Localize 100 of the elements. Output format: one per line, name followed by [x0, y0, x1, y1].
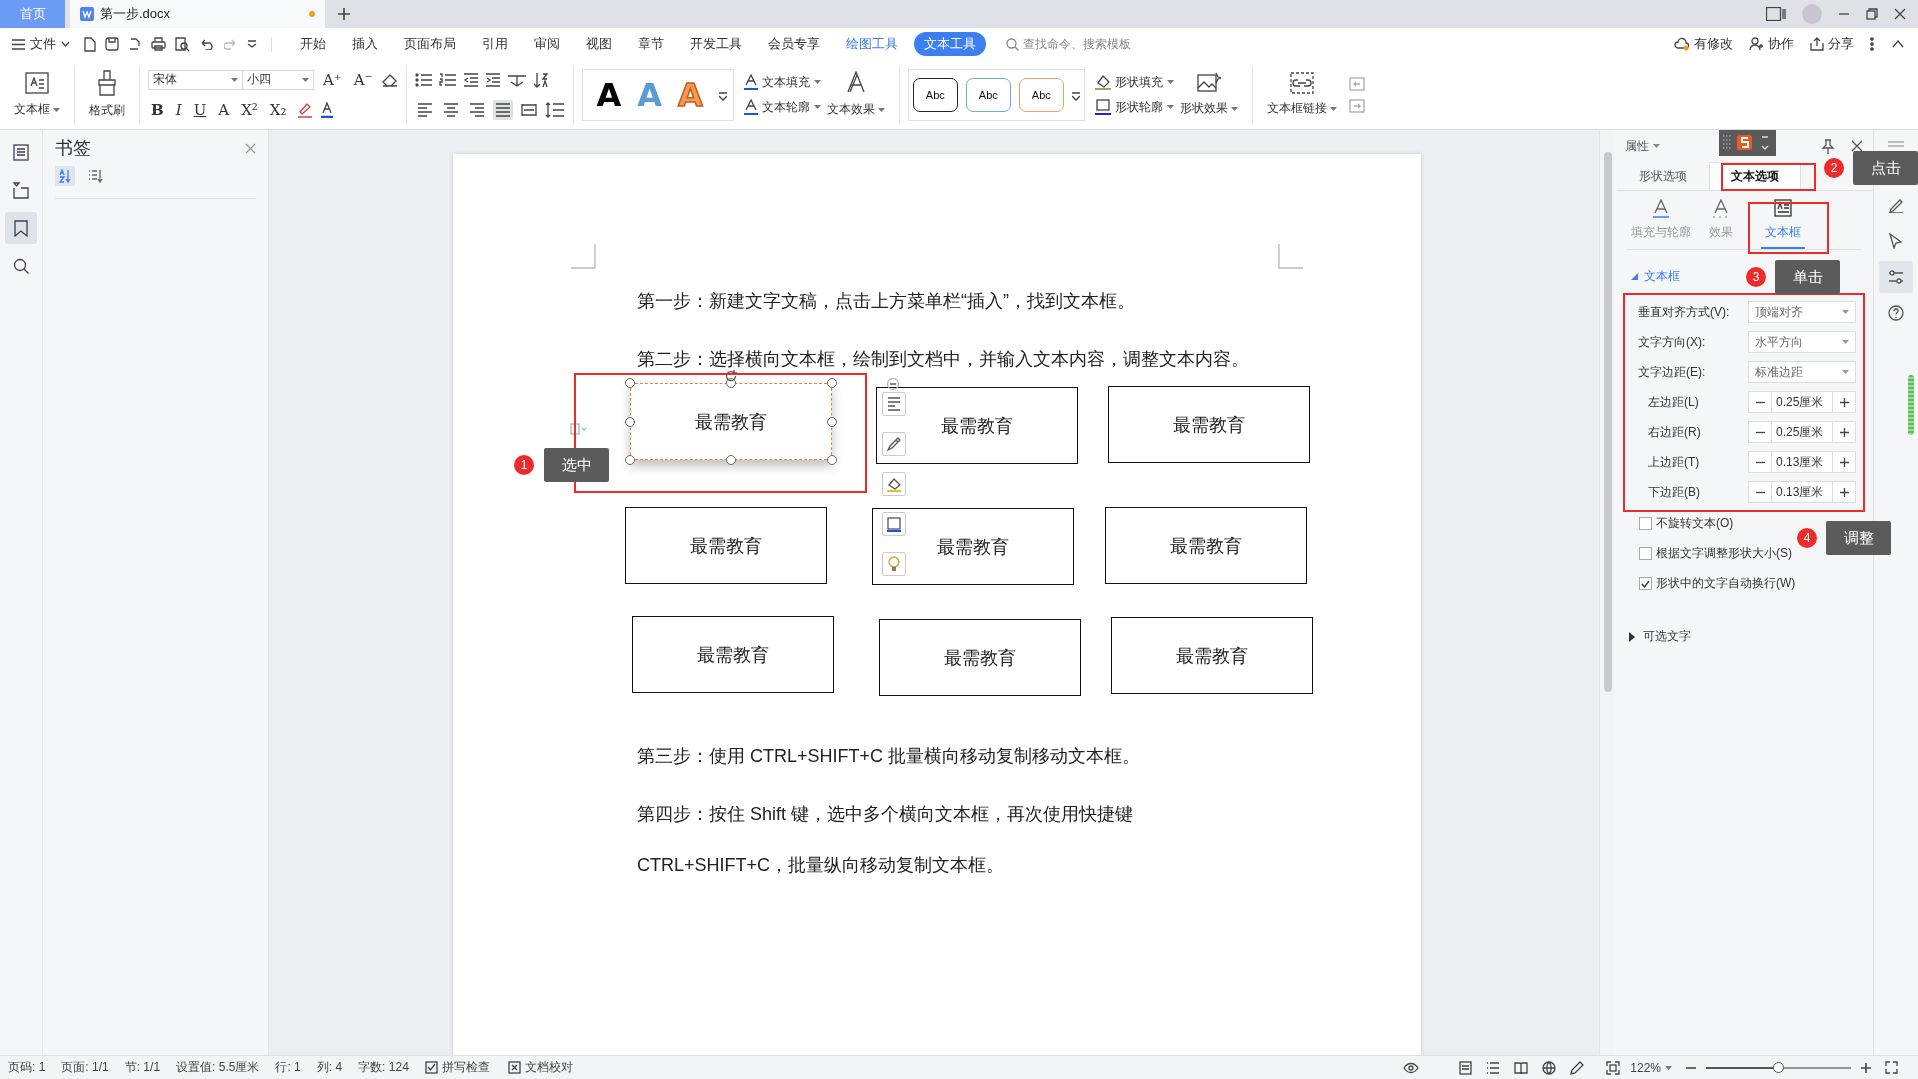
line-spacing-icon[interactable] — [544, 101, 565, 118]
menu-tab[interactable]: 开发工具 — [680, 32, 752, 56]
eraser-icon[interactable] — [381, 72, 398, 87]
menu-tab[interactable]: 插入 — [342, 32, 388, 56]
sidebar-button[interactable] — [5, 212, 37, 244]
shape-style-option[interactable]: Abc — [912, 77, 958, 112]
section-header[interactable]: 可选文字 — [1629, 628, 1691, 645]
section-header[interactable]: 文本框 — [1631, 268, 1680, 285]
numbered-list-icon[interactable] — [438, 72, 457, 87]
resize-handle[interactable] — [726, 378, 736, 388]
toolbar-button[interactable]: 分享 — [1810, 35, 1854, 53]
text-box[interactable]: 最需教育 — [1108, 386, 1310, 463]
format-button[interactable]: B — [148, 100, 167, 119]
text-box[interactable]: 最需教育 — [876, 387, 1078, 464]
spin-field[interactable]: 0.25厘米 — [1748, 391, 1856, 413]
collapse-ribbon-icon[interactable] — [1892, 40, 1904, 48]
font-size-dropdown[interactable]: 小四 — [242, 69, 314, 90]
search-field[interactable]: 查找命令、搜索模板 — [1006, 35, 1166, 53]
toolbar-button[interactable]: 有修改 — [1674, 35, 1733, 53]
decrease-indent-icon[interactable] — [462, 72, 479, 87]
text-box[interactable]: 最需教育 — [879, 619, 1081, 696]
sort-button[interactable] — [55, 166, 75, 186]
resize-handle[interactable] — [625, 455, 635, 465]
status-button[interactable]: 拼写检查 — [424, 1059, 490, 1076]
resize-handle[interactable] — [625, 416, 635, 427]
quick-tool-button[interactable] — [882, 432, 906, 456]
shape-effect-button[interactable]: 形状效果 — [1173, 72, 1244, 117]
side-tool-button[interactable] — [1879, 261, 1913, 293]
format-painter-button[interactable]: 格式刷 — [83, 70, 131, 119]
text-box[interactable]: 最需教育 — [872, 508, 1074, 585]
pin-icon[interactable] — [1821, 138, 1835, 154]
save-icon[interactable] — [105, 37, 119, 51]
print-icon[interactable] — [151, 37, 166, 51]
highlight-icon[interactable] — [295, 101, 314, 118]
menu-tab[interactable]: 引用 — [472, 32, 518, 56]
reading-view-icon[interactable] — [1514, 1061, 1529, 1074]
menu-tab[interactable]: 审阅 — [524, 32, 570, 56]
quick-tool-button[interactable] — [882, 512, 906, 536]
panel-tab[interactable]: 形状选项 — [1617, 162, 1709, 190]
add-tab-icon[interactable] — [337, 7, 351, 21]
text-outline-button[interactable]: 文本轮廓 — [743, 98, 821, 116]
more-icon[interactable] — [1870, 37, 1874, 51]
format-button[interactable]: A — [215, 100, 233, 119]
format-button[interactable]: I — [172, 100, 185, 119]
fit-page-icon[interactable] — [1606, 1060, 1621, 1075]
text-box-link-button[interactable]: 文本框链接 — [1260, 72, 1343, 117]
text-fill-button[interactable]: 文本填充 — [743, 73, 821, 91]
close-icon[interactable] — [1851, 140, 1863, 152]
menu-tab[interactable]: 视图 — [576, 32, 622, 56]
menu-tab[interactable]: 页面布局 — [394, 32, 466, 56]
text-effect-button[interactable]: 文本效果 — [820, 71, 891, 118]
text-style-option[interactable]: A — [596, 78, 622, 111]
checkbox[interactable] — [1639, 547, 1652, 560]
restore-icon[interactable] — [1866, 8, 1878, 20]
rotate-handle-icon[interactable] — [725, 370, 737, 382]
format-button[interactable]: U — [190, 100, 210, 119]
eye-icon[interactable] — [1403, 1061, 1420, 1074]
print-preview-icon[interactable] — [175, 36, 190, 52]
document-tab[interactable]: 第一步.docx — [70, 0, 325, 28]
menu-tab[interactable]: 会员专享 — [758, 32, 830, 56]
text-box-button[interactable]: 文本框 — [8, 71, 66, 118]
resize-handle[interactable] — [827, 416, 837, 427]
status-button[interactable]: 文档校对 — [507, 1059, 573, 1076]
input-method-toolbar-icon[interactable] — [1719, 130, 1776, 156]
text-box[interactable]: 最需教育 — [1111, 617, 1313, 694]
pen-icon[interactable] — [1570, 1060, 1585, 1075]
sort-icon[interactable] — [532, 71, 549, 88]
spin-field[interactable]: 0.13厘米 — [1748, 481, 1856, 503]
checkbox[interactable] — [1639, 517, 1652, 530]
panel-tab[interactable]: 文本选项 — [1709, 162, 1801, 190]
format-button[interactable]: X² — [238, 100, 261, 119]
dropdown[interactable]: 水平方向 — [1748, 331, 1856, 353]
text-box[interactable]: 最需教育 — [1105, 507, 1307, 584]
shape-outline-button[interactable]: 形状轮廓 — [1094, 98, 1174, 116]
bullet-list-icon[interactable] — [414, 72, 433, 87]
close-icon[interactable] — [1894, 8, 1906, 20]
resize-handle[interactable] — [827, 378, 837, 388]
menu-tab[interactable]: 文本工具 — [914, 32, 986, 56]
resize-handle[interactable] — [726, 455, 736, 465]
quick-tool-button[interactable] — [882, 392, 906, 416]
undo-icon[interactable] — [199, 38, 215, 50]
text-box[interactable]: 最需教育 — [632, 616, 834, 693]
font-size-button[interactable]: A⁻ — [350, 70, 376, 89]
quick-tool-button[interactable] — [882, 472, 906, 496]
window-layout-icon[interactable] — [1766, 7, 1786, 21]
checkbox[interactable] — [1639, 577, 1652, 590]
panel-subtab[interactable]: 文本框 — [1761, 197, 1805, 249]
text-box[interactable]: 最需教育 — [630, 383, 832, 460]
toolbar-button[interactable]: 协作 — [1749, 35, 1794, 53]
customize-icon[interactable] — [247, 40, 257, 48]
collapse-icon[interactable] — [887, 378, 899, 390]
font-size-button[interactable]: A⁺ — [320, 70, 345, 89]
shape-style-option[interactable]: Abc — [965, 77, 1011, 112]
zoom-in-icon[interactable] — [1861, 1062, 1871, 1073]
fullscreen-icon[interactable] — [1885, 1061, 1898, 1074]
outline-view-icon[interactable] — [1486, 1061, 1501, 1074]
menu-tab[interactable]: 章节 — [628, 32, 674, 56]
new-document-icon[interactable] — [84, 36, 96, 52]
menu-tab[interactable]: 开始 — [290, 32, 336, 56]
font-color-icon[interactable] — [319, 101, 334, 118]
